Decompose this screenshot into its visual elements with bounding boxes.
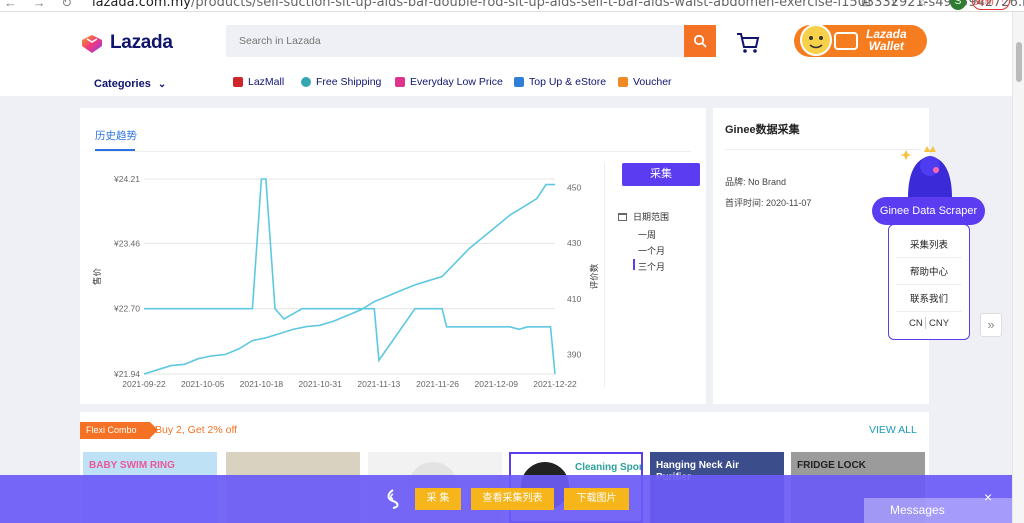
menu-divider	[896, 311, 962, 312]
free-shipping-icon	[301, 77, 311, 87]
expand-panel-button[interactable]: »	[980, 313, 1002, 337]
voucher-icon	[618, 77, 628, 87]
search-input[interactable]	[226, 25, 684, 57]
ginee-scraper-button[interactable]: Ginee Data Scraper	[872, 197, 985, 225]
logo-text: Lazada	[110, 32, 173, 53]
y2-tick-label: 390	[567, 350, 581, 360]
x-tick-label: 2021-11-26	[416, 379, 459, 389]
date-range-title: 日期范围	[618, 210, 669, 223]
product-label: Cleaning Sponge	[575, 462, 641, 473]
y-tick-label: ¥23.46	[113, 238, 140, 248]
scrollbar-thumb[interactable]	[1016, 42, 1022, 82]
download-images-button[interactable]: 下载图片	[564, 488, 629, 510]
lang-divider	[925, 317, 926, 329]
lazada-logo[interactable]: Lazada	[80, 32, 173, 54]
flexi-combo-badge: Flexi Combo	[80, 422, 158, 439]
lazada-heart-icon	[82, 35, 102, 53]
x-tick-label: 2021-10-31	[298, 379, 342, 389]
search-icon	[693, 34, 707, 48]
cart-icon[interactable]	[736, 32, 760, 54]
language-toggle[interactable]: CN	[909, 318, 923, 329]
flexi-offer-text: Buy 2, Get 2% off	[155, 424, 238, 436]
calendar-icon	[618, 212, 627, 221]
low-price-icon	[395, 77, 405, 87]
x-tick-label: 2021-12-22	[533, 379, 577, 389]
y-tick-label: ¥24.21	[113, 174, 140, 184]
product-label: BABY SWIM RING	[89, 460, 175, 471]
browser-address-bar: ← → ↻ lazada.com.my/products/self-suctio…	[0, 0, 1024, 12]
price-line	[144, 178, 556, 375]
view-all-link[interactable]: VIEW ALL	[869, 424, 917, 436]
wallet-icon	[834, 32, 858, 50]
collect-button[interactable]: 采集	[622, 163, 700, 186]
nav-item-voucher[interactable]: Voucher	[618, 76, 672, 88]
page-scrollbar[interactable]	[1012, 12, 1024, 523]
update-button[interactable]: 更新 ⋮	[972, 0, 1010, 10]
menu-divider	[896, 284, 962, 285]
menu-contact-us[interactable]: 联系我们	[889, 291, 969, 305]
nav-item-free-shipping[interactable]: Free Shipping	[301, 76, 381, 88]
product-label: FRIDGE LOCK	[797, 460, 866, 471]
close-toolbar-button[interactable]: ×	[984, 489, 992, 505]
ginee-logo-icon	[387, 489, 399, 509]
x-tick-label: 2021-10-05	[181, 379, 225, 389]
y-tick-label: ¥22.70	[113, 304, 140, 314]
price-history-panel: 历史趋势 ¥24.21 ¥23.46 ¥22.70 ¥21.94 450 430 410 39…	[80, 108, 706, 404]
reviews-line	[143, 183, 555, 375]
bottom-collect-button[interactable]: 采 集	[415, 488, 461, 510]
brand-row: 品牌: No Brand	[725, 177, 787, 187]
chart-side-divider	[604, 163, 605, 387]
range-option-week[interactable]: 一周	[638, 228, 656, 241]
first-review-row: 首评时间: 2020-11-07	[725, 198, 812, 208]
search-box	[226, 25, 684, 57]
y-axis-label: 售价	[92, 268, 103, 286]
currency-toggle[interactable]: CNY	[929, 318, 949, 329]
menu-divider	[896, 257, 962, 258]
x-tick-label: 2021-09-22	[122, 379, 166, 389]
y2-tick-label: 450	[567, 182, 581, 192]
x-tick-label: 2021-10-18	[240, 379, 284, 389]
topup-icon	[514, 77, 524, 87]
search-button[interactable]	[684, 25, 716, 57]
lazada-wallet-banner[interactable]: Lazada Wallet	[794, 24, 927, 57]
y2-tick-label: 410	[567, 294, 581, 304]
wallet-text: Lazada Wallet	[866, 27, 907, 53]
y2-tick-label: 430	[567, 238, 581, 248]
scraper-menu: 采集列表 帮助中心 联系我们 CN CNY	[888, 224, 970, 340]
browser-nav-buttons[interactable]: ← → ↻	[4, 0, 78, 11]
x-tick-label: 2021-11-13	[357, 379, 400, 389]
extension-icons[interactable]: ⊞ ⇪ ☆ ✦	[861, 0, 964, 9]
view-collect-list-button[interactable]: 查看采集列表	[471, 488, 554, 510]
url-host: lazada.com.my	[92, 0, 191, 10]
nav-item-topup[interactable]: Top Up & eStore	[514, 76, 606, 88]
chevron-down-icon: ⌄	[157, 79, 167, 90]
nav-item-low-price[interactable]: Everyday Low Price	[395, 76, 503, 88]
price-history-chart: ¥24.21 ¥23.46 ¥22.70 ¥21.94 450 430 410 390 2021…	[92, 174, 600, 389]
lazmall-icon	[233, 77, 243, 87]
info-divider	[725, 149, 921, 150]
categories-dropdown[interactable]: Categories ⌄	[94, 78, 166, 90]
y2-axis-label: 评价数	[589, 263, 600, 289]
menu-collect-list[interactable]: 采集列表	[889, 237, 969, 251]
info-title: Ginee数据采集	[725, 124, 800, 136]
selected-range-indicator	[633, 259, 635, 270]
site-header: Lazada LazadaWallet Categories⌄ LazMall …	[0, 12, 1012, 96]
y-tick-label: ¥21.94	[113, 369, 140, 379]
nav-item-lazmall[interactable]: LazMall	[233, 76, 284, 88]
range-option-three-months[interactable]: 三个月	[638, 260, 665, 273]
category-nav: Categories ⌄ LazMall Free Shipping Everyd…	[0, 74, 1012, 94]
wallet-mascot-icon	[800, 24, 832, 56]
range-option-month[interactable]: 一个月	[638, 244, 665, 257]
ginee-bottom-toolbar: 采 集 查看采集列表 下载图片 Messages ×	[0, 475, 1012, 523]
ginee-mascot-icon	[900, 146, 952, 198]
x-tick-label: 2021-12-09	[475, 379, 519, 389]
menu-help-center[interactable]: 帮助中心	[889, 264, 969, 278]
